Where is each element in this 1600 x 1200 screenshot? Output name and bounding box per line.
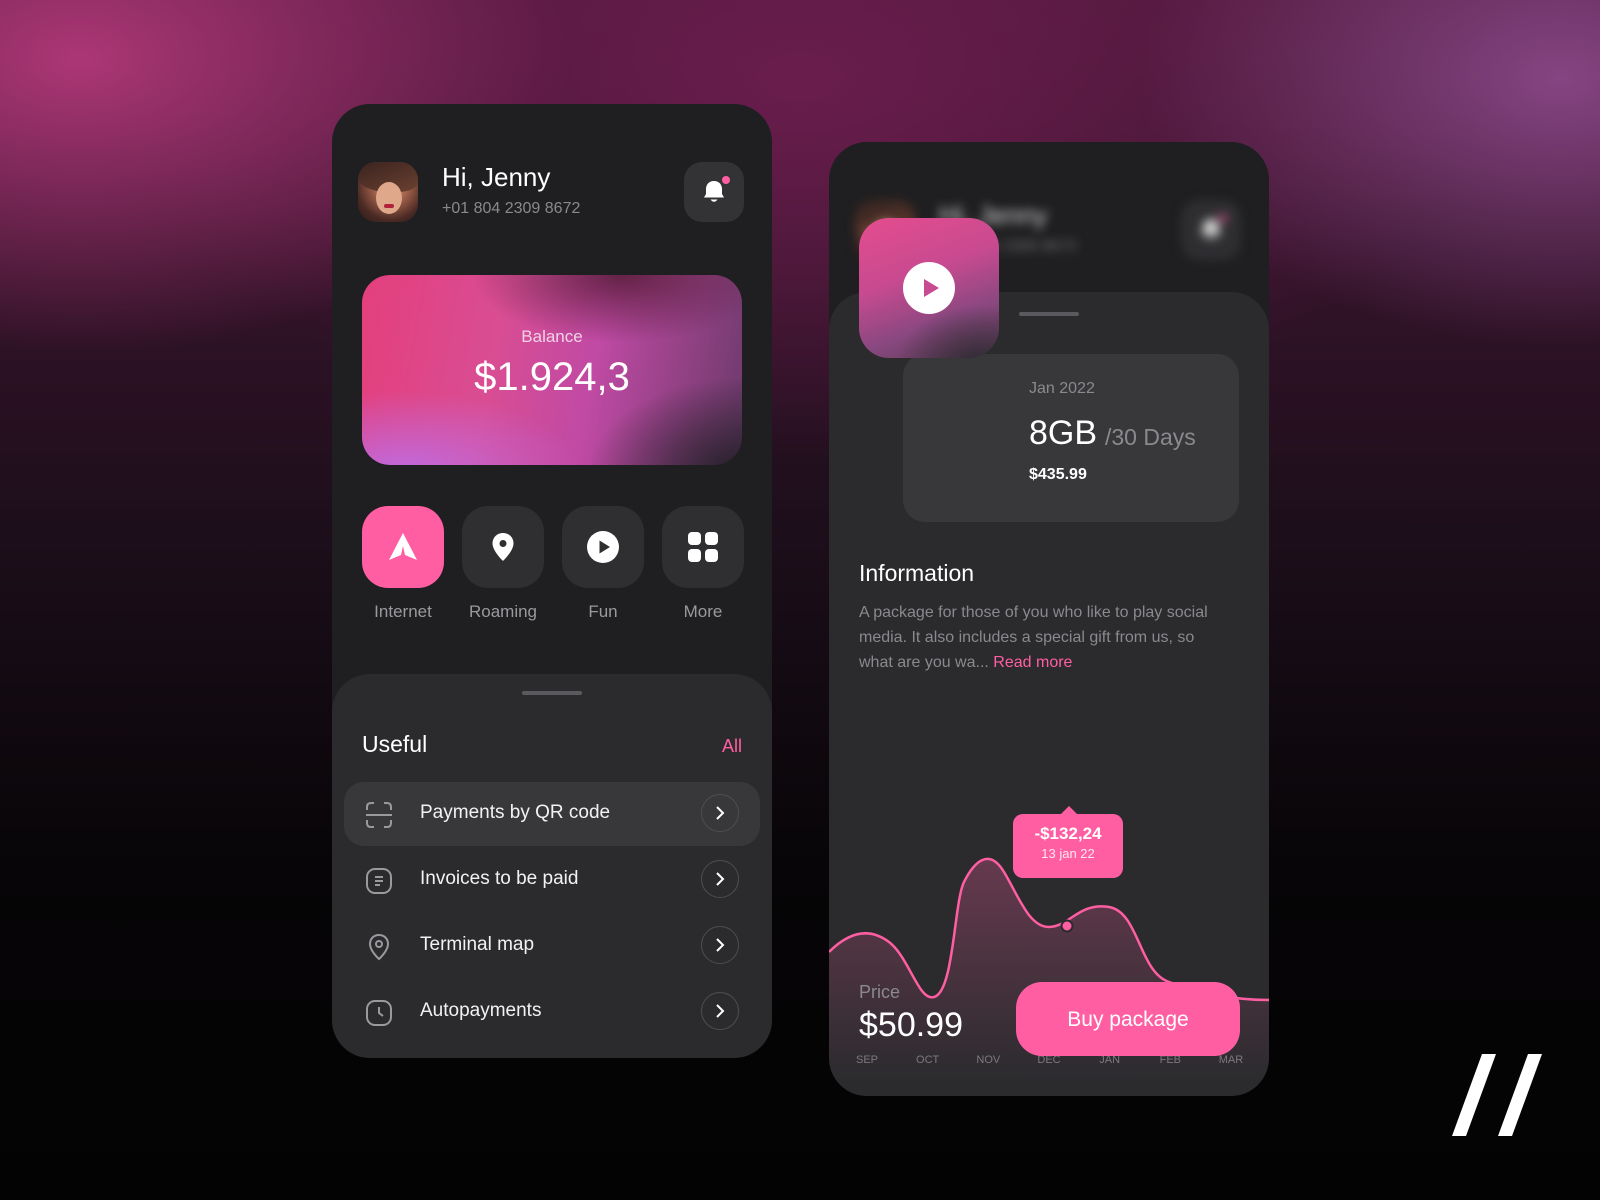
notification-dot	[722, 176, 730, 184]
balance-card[interactable]: Balance $1.924,3	[362, 275, 742, 465]
list-item-qr-payments[interactable]: Payments by QR code	[344, 782, 760, 846]
buy-package-button[interactable]: Buy package	[1016, 982, 1240, 1056]
package-size: 8GB	[1029, 414, 1098, 452]
notifications-button[interactable]	[684, 162, 744, 222]
quick-action-label: Internet	[374, 602, 432, 621]
chevron-right-icon	[716, 806, 725, 820]
useful-sheet: Useful All Payments by QR code Invoices …	[332, 674, 772, 1058]
play-icon	[924, 279, 939, 297]
notifications-button	[1181, 200, 1241, 260]
quick-action-label: Fun	[588, 602, 618, 621]
chart-point-selected[interactable]	[1060, 919, 1074, 933]
x-tick-label: NOV	[976, 1054, 1001, 1066]
notification-dot	[1219, 214, 1227, 222]
qr-scan-icon	[366, 802, 392, 828]
balance-value: $1.924,3	[474, 355, 630, 399]
map-pin-icon	[368, 933, 390, 961]
list-item-label: Invoices to be paid	[420, 868, 579, 889]
chevron-right-icon	[716, 1004, 725, 1018]
price-value: $50.99	[859, 1006, 963, 1044]
chevron-right-button[interactable]	[701, 794, 739, 832]
chevron-right-button[interactable]	[701, 926, 739, 964]
package-price: $435.99	[1029, 466, 1087, 483]
chevron-right-icon	[716, 938, 725, 952]
greeting: Hi, Jenny	[442, 162, 551, 192]
information-text: A package for those of you who like to p…	[859, 600, 1229, 675]
tooltip-date: 13 jan 22	[1041, 846, 1095, 861]
information-title: Information	[859, 560, 975, 586]
send-icon	[389, 533, 417, 560]
avatar[interactable]	[358, 162, 418, 222]
tooltip-value: -$132,24	[1034, 824, 1102, 843]
play-icon	[587, 531, 619, 563]
list-item-autopayments[interactable]: Autopayments	[344, 980, 760, 1044]
home-screen: Hi, Jenny +01 804 2309 8672 Balance $1.9…	[332, 104, 772, 1058]
list-item-terminal-map[interactable]: Terminal map	[344, 914, 760, 978]
play-button[interactable]	[903, 262, 955, 314]
package-date: Jan 2022	[1029, 380, 1095, 397]
package-detail-screen: Hi, Jenny +01 804 2309 8672 Jan 2022 8GB…	[829, 142, 1269, 1096]
chevron-right-button[interactable]	[701, 860, 739, 898]
price-label: Price	[859, 982, 901, 1002]
list-item-label: Terminal map	[420, 934, 535, 955]
x-tick-label: SEP	[856, 1054, 878, 1066]
useful-title: Useful	[362, 731, 428, 757]
sheet-handle[interactable]	[522, 691, 582, 695]
list-item-label: Autopayments	[420, 1000, 542, 1021]
clock-icon	[366, 1000, 392, 1026]
package-period: /30 Days	[1105, 424, 1196, 450]
x-tick-label: OCT	[916, 1054, 940, 1066]
quick-action-internet[interactable]: Internet	[362, 506, 444, 622]
balance-label: Balance	[521, 327, 583, 346]
invoice-icon	[366, 868, 392, 894]
quick-action-more[interactable]: More	[662, 506, 744, 622]
location-pin-icon	[492, 533, 514, 561]
sheet-handle[interactable]	[1019, 312, 1079, 316]
list-item-label: Payments by QR code	[420, 802, 611, 823]
quick-action-label: More	[683, 602, 723, 621]
list-item-invoices[interactable]: Invoices to be paid	[344, 848, 760, 912]
chart-tooltip: -$132,24 13 jan 22	[1013, 806, 1123, 878]
x-tick-label: MAR	[1219, 1054, 1244, 1066]
chevron-right-button[interactable]	[701, 992, 739, 1030]
phone-number: +01 804 2309 8672	[442, 200, 581, 217]
package-thumbnail[interactable]	[859, 218, 999, 358]
quick-action-fun[interactable]: Fun	[562, 506, 644, 622]
quick-action-label: Roaming	[468, 602, 538, 621]
grid-icon	[688, 532, 718, 562]
quick-action-roaming[interactable]: Roaming	[462, 506, 544, 622]
brand-logo-icon	[1452, 1054, 1542, 1136]
chevron-right-icon	[716, 872, 725, 886]
see-all-link[interactable]: All	[722, 736, 742, 757]
read-more-link[interactable]: Read more	[993, 654, 1072, 671]
